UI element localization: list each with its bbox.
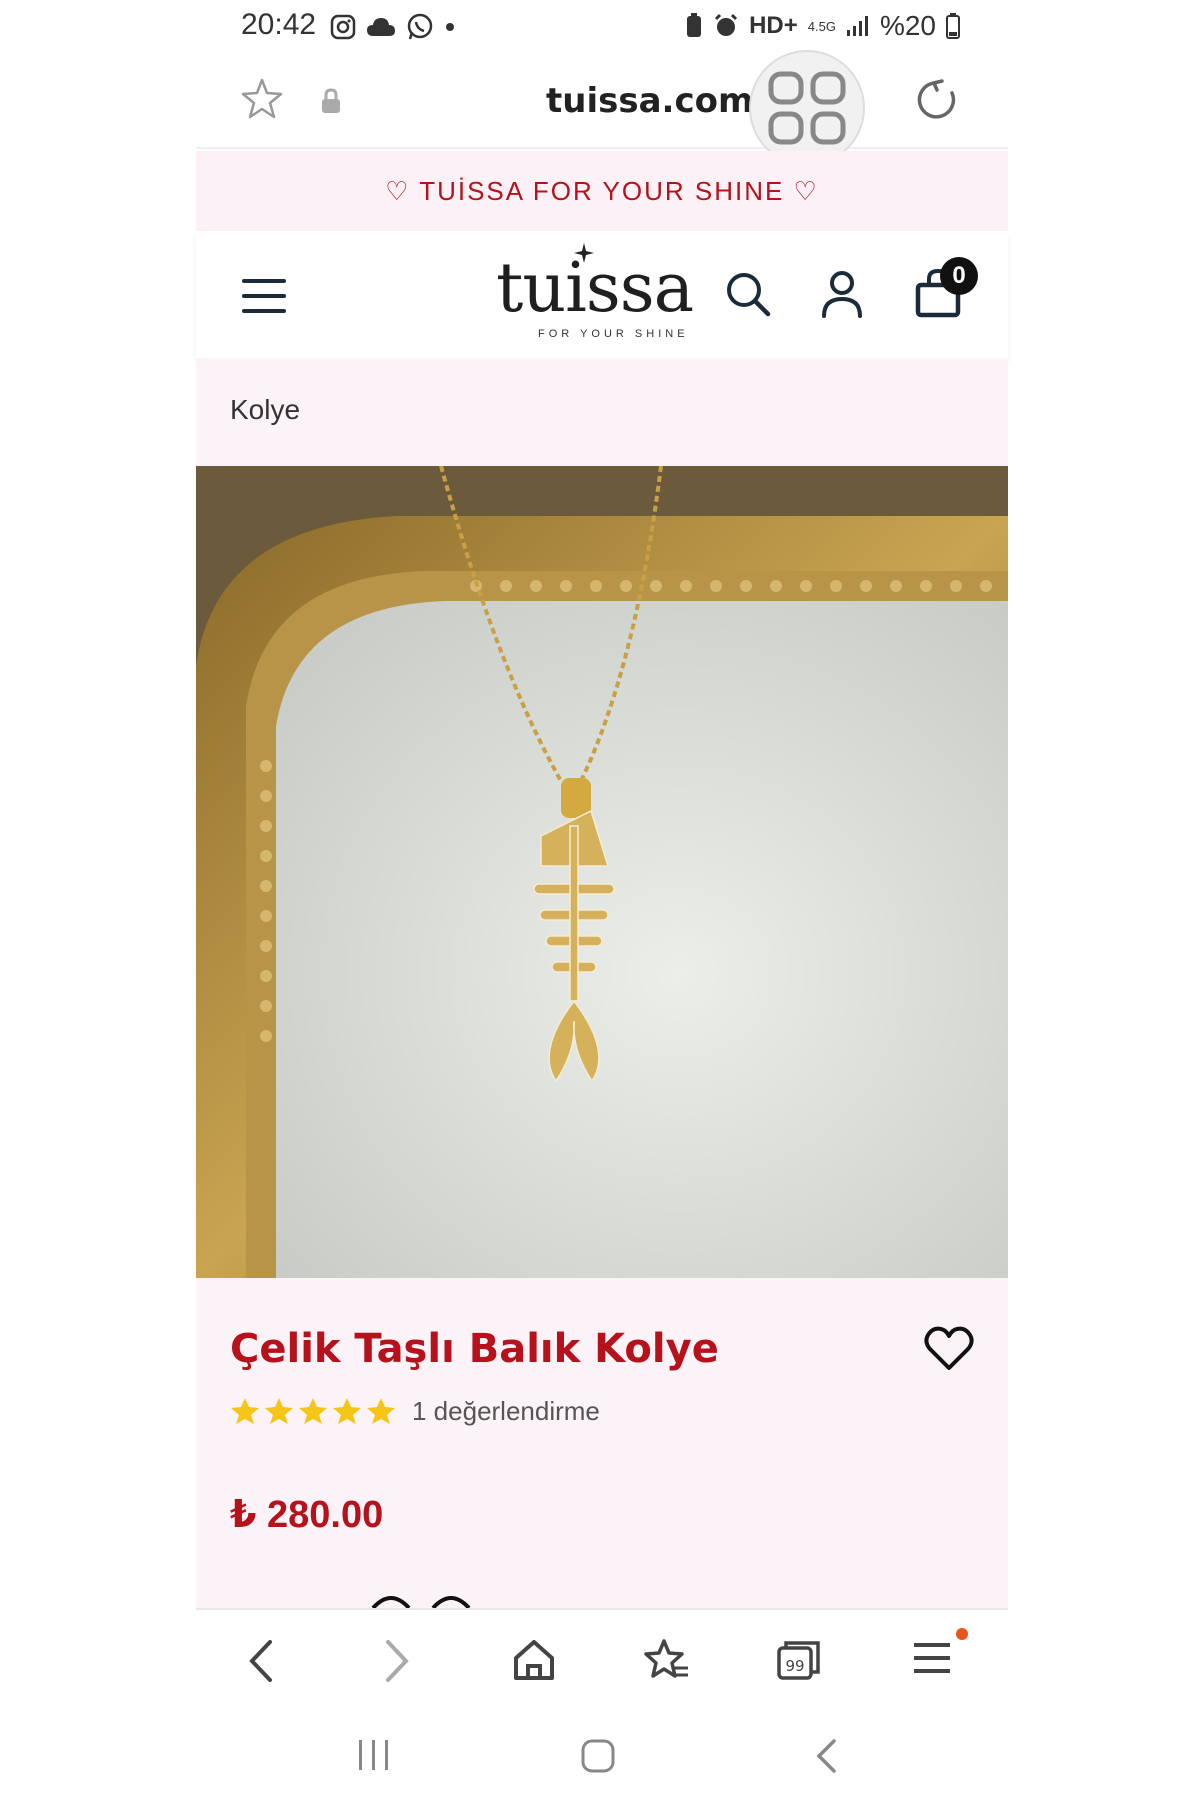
battery-saver-icon	[687, 13, 702, 37]
star-icon	[299, 1398, 327, 1424]
product-info: Çelik Taşlı Balık Kolye 1 değerlendirme …	[196, 1278, 1008, 1610]
recent-apps-icon[interactable]	[356, 1738, 392, 1772]
notification-dot	[956, 1628, 968, 1640]
cloud-icon	[367, 18, 395, 36]
partial-icons	[371, 1596, 471, 1610]
star-icon	[231, 1398, 259, 1424]
forward-icon[interactable]	[382, 1638, 412, 1684]
product-price: ₺ 280.00	[230, 1494, 384, 1536]
whatsapp-icon	[407, 13, 433, 40]
logo-tagline: FOR YOUR SHINE	[538, 328, 689, 340]
battery-icon	[946, 13, 960, 39]
product-image[interactable]	[196, 466, 1008, 1278]
signal-icon	[846, 16, 868, 36]
heart-icon[interactable]	[924, 1326, 974, 1372]
status-right-icons: HD+ 4.5G %20	[685, 10, 960, 42]
logo-text: tuissa	[496, 249, 694, 328]
browser-menu-icon[interactable]	[912, 1638, 952, 1678]
svg-text:99: 99	[785, 1657, 804, 1675]
tabs-overview-button[interactable]	[749, 50, 865, 166]
necklace-photo	[196, 466, 1008, 1278]
system-back-icon[interactable]	[814, 1738, 838, 1774]
announcement-bar: ♡ TUİSSA FOR YOUR SHINE ♡	[196, 151, 1008, 231]
breadcrumb-category[interactable]: Kolye	[230, 394, 300, 426]
dot-icon	[446, 23, 454, 31]
instagram-icon	[330, 14, 356, 40]
rating-count[interactable]: 1 değerlendirme	[412, 1396, 600, 1427]
site-header: tuissa FOR YOUR SHINE 0	[196, 231, 1008, 358]
reload-icon[interactable]	[914, 77, 960, 123]
sparkle-icon	[574, 243, 594, 263]
status-time: 20:42	[241, 8, 317, 41]
star-icon	[265, 1398, 293, 1424]
lock-icon	[322, 88, 340, 113]
rating-stars	[230, 1396, 396, 1426]
alarm-icon	[715, 13, 738, 36]
star-icon	[367, 1398, 395, 1424]
network-label: HD+	[749, 12, 798, 39]
cart-count-badge: 0	[940, 257, 978, 295]
star-icon	[333, 1398, 361, 1424]
status-bar: 20:42 HD+ 4.5G %20	[0, 0, 1200, 55]
bookmarks-icon[interactable]	[644, 1638, 690, 1682]
home-icon[interactable]	[512, 1638, 556, 1682]
system-home-icon[interactable]	[580, 1738, 616, 1774]
url-text[interactable]: tuissa.com	[546, 81, 753, 121]
status-left-icons	[330, 13, 456, 41]
browser-bottom-nav: 99	[196, 1608, 1008, 1708]
bookmark-star-icon[interactable]	[240, 77, 284, 121]
battery-percent: %20	[879, 10, 936, 41]
account-icon[interactable]	[819, 269, 865, 319]
back-icon[interactable]	[246, 1638, 276, 1684]
url-bar: tuissa.com	[196, 50, 1008, 166]
product-title: Çelik Taşlı Balık Kolye	[230, 1326, 719, 1372]
site-logo[interactable]: tuissa FOR YOUR SHINE	[496, 243, 716, 349]
breadcrumb: Kolye	[196, 358, 1008, 466]
menu-icon[interactable]	[240, 276, 288, 316]
network-type: 4.5G	[807, 18, 836, 34]
tabs-count-icon[interactable]: 99	[776, 1638, 822, 1682]
system-nav-bar	[0, 1708, 1200, 1800]
search-icon[interactable]	[723, 269, 773, 319]
